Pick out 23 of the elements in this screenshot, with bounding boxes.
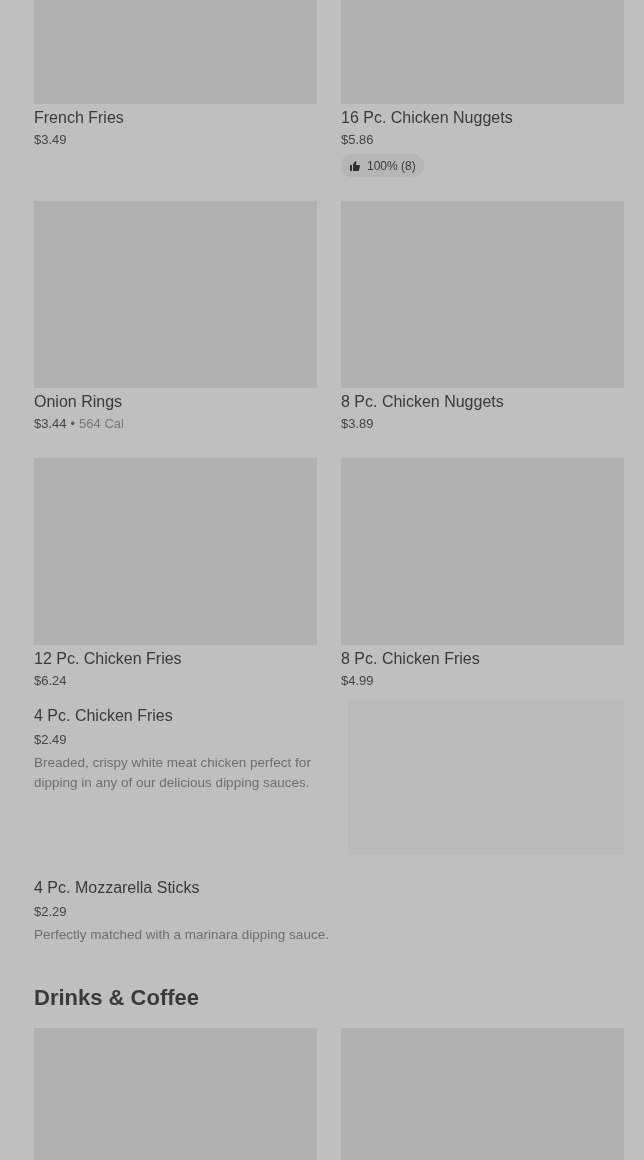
thumbs-up-icon <box>349 159 361 172</box>
item-description: Perfectly matched with a marinara dipping sauce. <box>34 926 330 944</box>
item-price: $3.49 <box>34 131 67 149</box>
item-price: $4.99 <box>341 672 374 690</box>
item-name: 8 Pc. Chicken Fries <box>341 649 481 669</box>
item-name: 4 Pc. Mozzarella Sticks <box>34 878 201 898</box>
item-price: $6.24 <box>34 672 67 690</box>
item-calories: 564 Cal <box>79 415 124 433</box>
item-name: Onion Rings <box>34 392 124 412</box>
item-price: $2.29 <box>34 903 68 921</box>
item-name: 4 Pc. Chicken Fries <box>34 706 174 726</box>
item-price: $2.49 <box>34 731 68 749</box>
item-price: $3.89 <box>341 415 374 433</box>
item-name: French Fries <box>34 108 125 128</box>
section-heading: Drinks & Coffee <box>34 984 201 1012</box>
item-name: 8 Pc. Chicken Nuggets <box>341 392 505 412</box>
item-name: 16 Pc. Chicken Nuggets <box>341 108 514 128</box>
separator-dot: • <box>70 415 76 433</box>
item-price: $3.44 <box>34 415 67 433</box>
rating-text: 100% (8) <box>367 157 416 175</box>
item-description: Breaded, crispy white meat chicken perfect for dipping in any of our delicious dipping sauces. <box>34 754 312 792</box>
item-name: 12 Pc. Chicken Fries <box>34 649 183 669</box>
item-price: $5.86 <box>341 131 374 149</box>
